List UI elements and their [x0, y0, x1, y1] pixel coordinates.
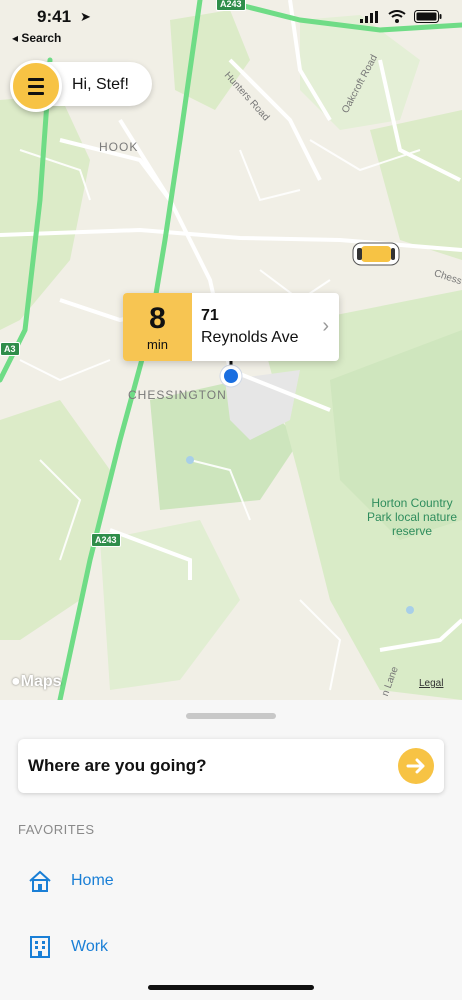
chevron-right-icon: › — [322, 315, 329, 337]
place-label-horton: Horton Country Park local nature reserve — [366, 496, 458, 538]
go-button[interactable] — [398, 748, 434, 784]
road-shield-a243: A243 — [91, 533, 121, 547]
menu-icon — [28, 77, 44, 81]
road-shield-a3: A3 — [0, 342, 20, 356]
destination-prompt: Where are you going? — [28, 756, 207, 775]
signal-icon — [360, 10, 378, 23]
status-time: 9:41 — [37, 7, 72, 26]
maps-attribution: ●Maps — [11, 673, 62, 690]
eta-badge: 8 min — [123, 293, 192, 361]
favorite-home-label: Home — [71, 872, 114, 889]
home-icon — [29, 870, 51, 892]
eta-minutes: 8 — [149, 301, 166, 335]
area-label-hook: HOOK — [99, 140, 139, 154]
pickup-address: 71 Reynolds Ave › — [192, 293, 339, 361]
favorite-home[interactable]: Home — [28, 866, 328, 896]
bottom-sheet: Where are you going? FAVORITES Home Work — [0, 700, 462, 1000]
area-label-chessington: CHESSINGTON — [128, 388, 227, 402]
apple-icon: ● — [11, 673, 21, 690]
eta-unit: min — [147, 336, 168, 352]
status-icons — [360, 10, 442, 23]
destination-search[interactable]: Where are you going? — [18, 739, 444, 793]
address-line2: Reynolds Ave — [201, 329, 299, 346]
status-bar: 9:41 ➤ ◂ Search — [0, 0, 462, 48]
location-arrow-icon: ➤ — [80, 9, 91, 24]
pickup-eta-card[interactable]: 8 min 71 Reynolds Ave › — [123, 293, 339, 361]
battery-icon — [414, 10, 442, 23]
favorites-heading: FAVORITES — [18, 822, 95, 837]
favorite-work[interactable]: Work — [28, 932, 328, 962]
greeting-text: Hi, Stef! — [72, 76, 129, 93]
arrow-right-icon — [406, 758, 425, 774]
menu-button[interactable] — [10, 60, 62, 112]
favorite-work-label: Work — [71, 938, 109, 955]
legal-link[interactable]: Legal — [419, 678, 443, 689]
home-indicator[interactable] — [148, 985, 314, 990]
back-to-search-link[interactable]: ◂ Search — [12, 31, 61, 45]
wifi-icon — [388, 10, 406, 23]
building-icon — [30, 936, 50, 958]
sheet-grabber[interactable] — [186, 713, 276, 719]
address-line1: 71 — [201, 307, 219, 324]
